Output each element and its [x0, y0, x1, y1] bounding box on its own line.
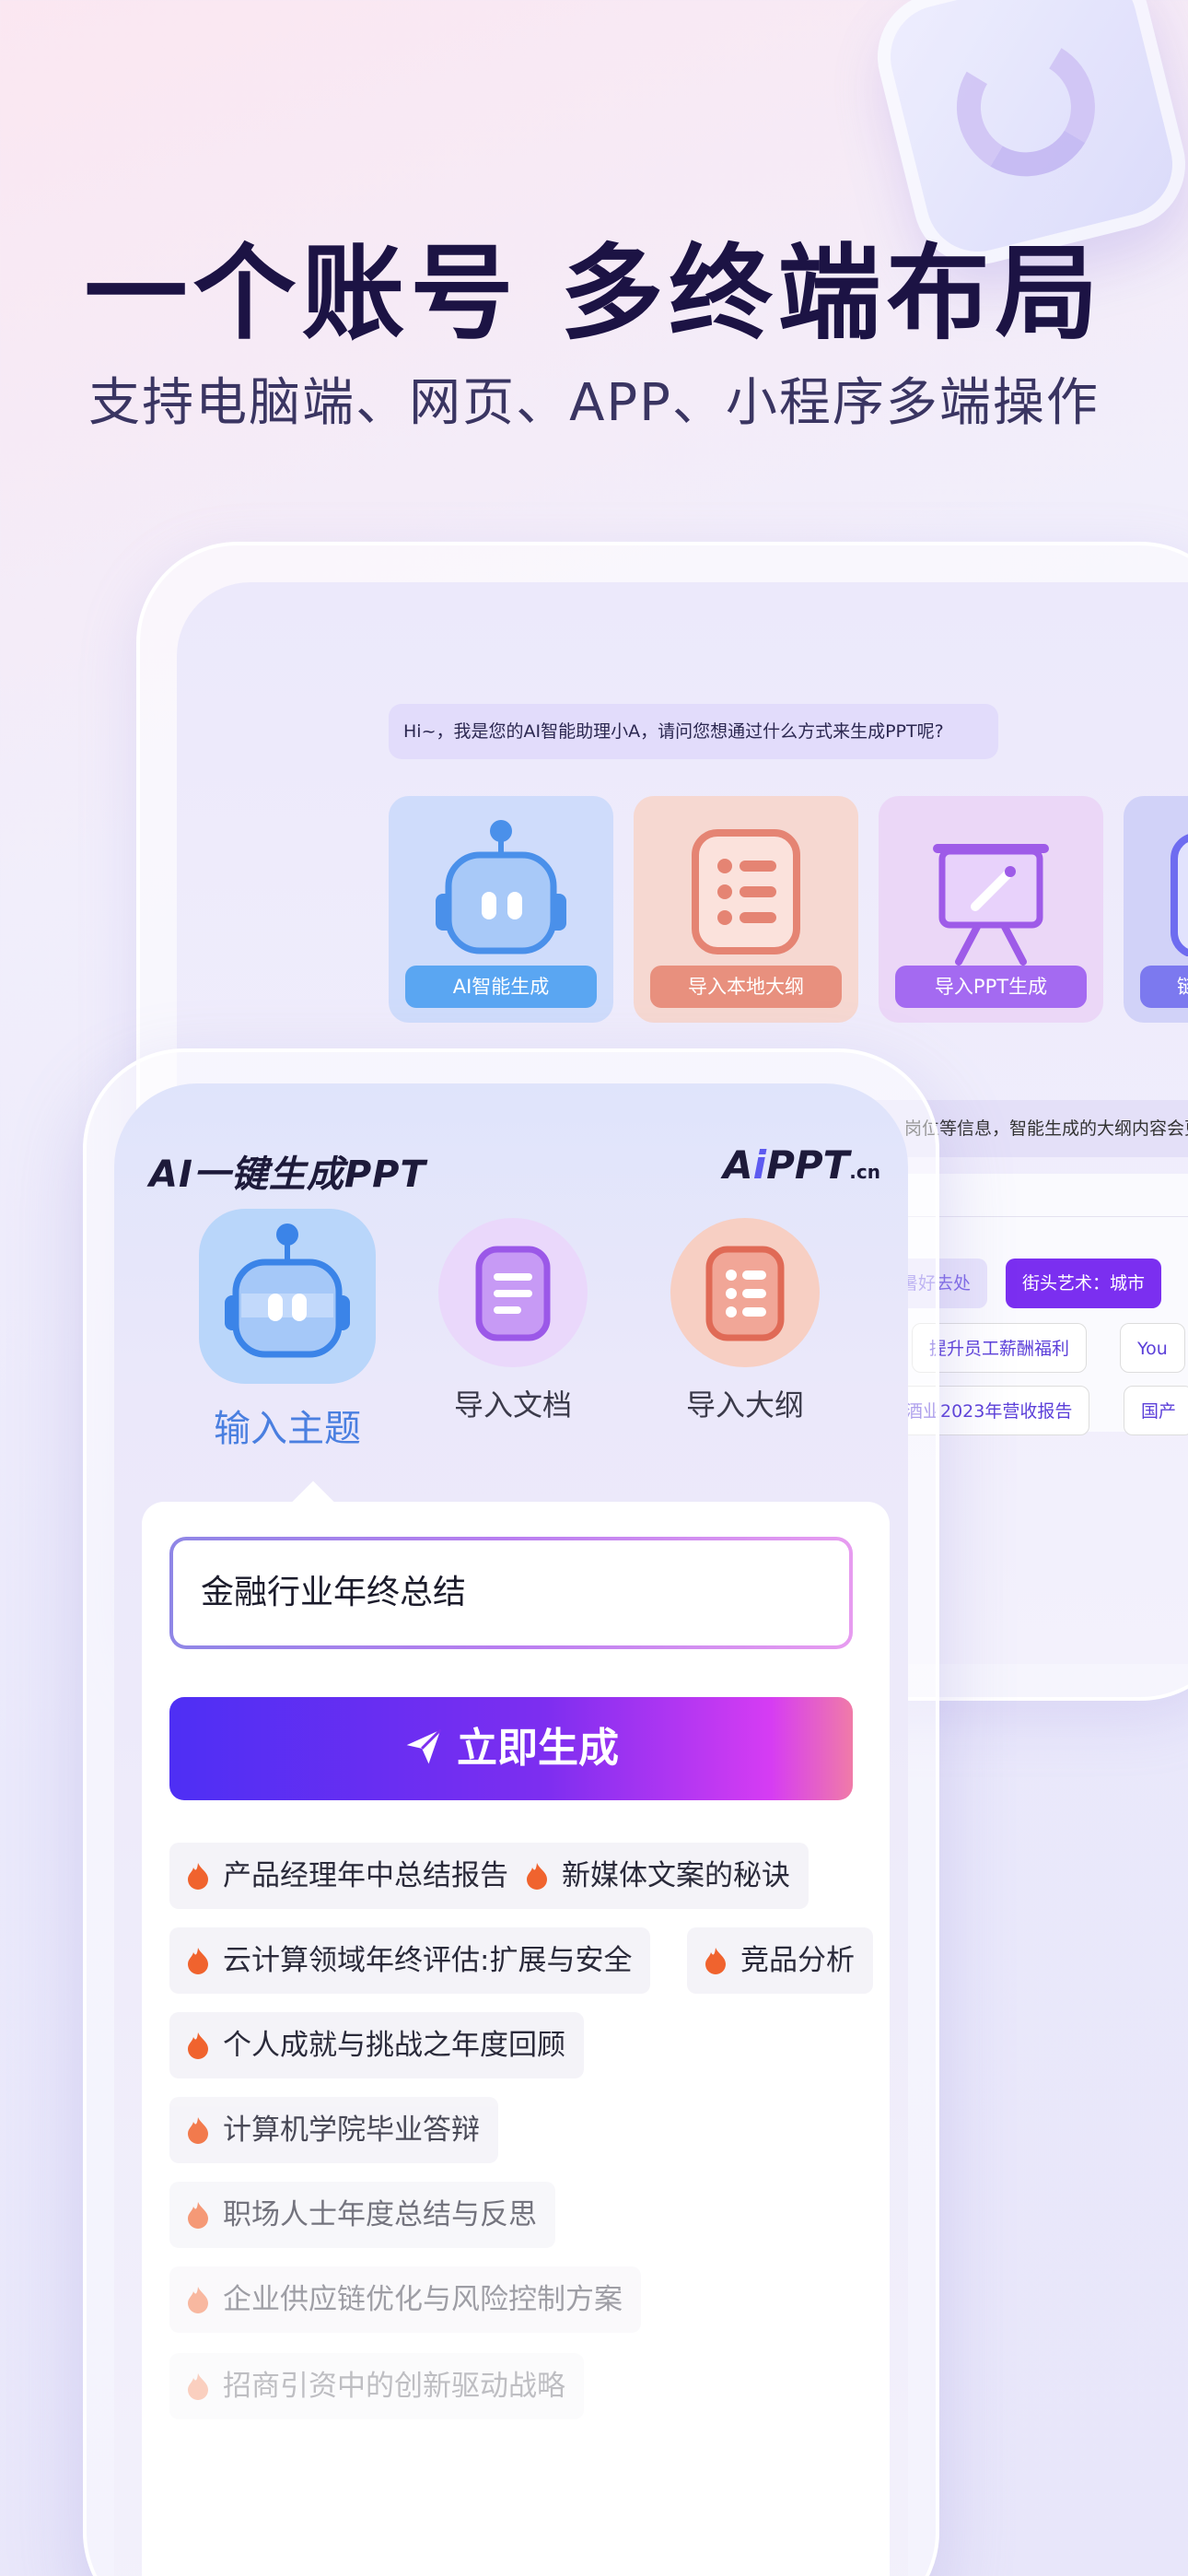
- flame-icon: [188, 2202, 208, 2229]
- suggestion-chip[interactable]: 职场人士年度总结与反思: [169, 2182, 555, 2248]
- flame-icon: [188, 2117, 208, 2144]
- suggestion-label: 招商引资中的创新驱动战略: [223, 2370, 565, 2403]
- robot-icon: [436, 820, 566, 954]
- aippt-logo: AiPPT.cn: [723, 1142, 880, 1188]
- flame-icon: [705, 1948, 726, 1974]
- option-label: 链: [1140, 966, 1188, 1008]
- generate-now-button[interactable]: 立即生成: [169, 1697, 853, 1800]
- refresh-icon: [942, 23, 1110, 192]
- suggestion-label: 云计算领域年终评估:扩展与安全: [223, 1944, 633, 1977]
- option-link[interactable]: 链: [1124, 796, 1188, 1023]
- tab-label: 输入主题: [214, 1408, 361, 1450]
- suggestion-chip[interactable]: 招商引资中的创新驱动战略: [169, 2353, 584, 2419]
- flame-icon: [188, 2032, 208, 2059]
- generate-now-label: 立即生成: [457, 1725, 619, 1772]
- topic-chip[interactable]: You: [1120, 1323, 1185, 1373]
- flame-icon: [188, 1863, 208, 1890]
- suggestion-chip[interactable]: 企业供应链优化与风险控制方案: [169, 2266, 641, 2333]
- suggestion-label: 个人成就与挑战之年度回顾: [223, 2029, 565, 2062]
- suggestion-label: 新媒体文案的秘诀: [562, 1859, 790, 1892]
- suggestion-chip[interactable]: 计算机学院毕业答辩: [169, 2097, 498, 2163]
- phone-screen: AI一键生成PPT AiPPT.cn 输入主题 导入文档 导入大纲 金融行业年终…: [114, 1083, 908, 2576]
- flame-icon: [527, 1863, 547, 1890]
- suggestion-chip[interactable]: 新媒体文案的秘诀: [508, 1843, 809, 1909]
- topic-input[interactable]: 金融行业年终总结: [169, 1537, 853, 1649]
- flame-icon: [188, 2373, 208, 2400]
- assistant-greeting: Hi~，我是您的AI智能助理小A，请问您想通过什么方式来生成PPT呢?: [389, 704, 998, 759]
- phone-mockup: AI一键生成PPT AiPPT.cn 输入主题 导入文档 导入大纲 金融行业年终…: [83, 1048, 939, 2576]
- generate-card: 金融行业年终总结 立即生成 产品经理年中总结报告 新媒体文案的秘诀 云计算领域年…: [142, 1481, 890, 2576]
- suggestion-label: 产品经理年中总结报告: [223, 1859, 508, 1892]
- outline-list-icon: [670, 1218, 820, 1367]
- hero-title: 一个账号 多终端布局: [84, 234, 1104, 354]
- active-tab-pointer: [292, 1481, 334, 1523]
- hero-subtitle: 支持电脑端、网页、APP、小程序多端操作: [88, 373, 1100, 433]
- send-plane-icon: [406, 1728, 442, 1764]
- flame-icon: [188, 1948, 208, 1974]
- document-icon: [1171, 834, 1188, 956]
- option-import-outline[interactable]: 导入本地大纲: [634, 796, 858, 1023]
- flame-icon: [188, 2287, 208, 2313]
- suggestion-chip[interactable]: 个人成就与挑战之年度回顾: [169, 2012, 584, 2078]
- suggestion-chip[interactable]: 竞品分析: [687, 1927, 873, 1994]
- app-slogan: AI一键生成PPT: [149, 1153, 426, 1196]
- outline-list-icon: [692, 829, 800, 954]
- suggestion-chip[interactable]: 产品经理年中总结报告: [169, 1843, 527, 1909]
- suggestion-label: 职场人士年度总结与反思: [223, 2198, 537, 2231]
- suggestion-label: 计算机学院毕业答辩: [223, 2113, 480, 2147]
- tab-label: 导入大纲: [685, 1388, 804, 1423]
- suggestion-label: 竞品分析: [740, 1944, 855, 1977]
- robot-icon: [199, 1209, 376, 1384]
- topic-chip[interactable]: 国产: [1124, 1386, 1188, 1435]
- tab-input-topic[interactable]: 输入主题: [195, 1209, 379, 1452]
- option-import-ppt[interactable]: 导入PPT生成: [879, 796, 1103, 1023]
- option-label: AI智能生成: [405, 966, 597, 1008]
- option-label: 导入本地大纲: [650, 966, 842, 1008]
- topic-chip[interactable]: 街头艺术：城市: [1006, 1259, 1162, 1308]
- document-icon: [438, 1218, 588, 1367]
- tab-import-outline[interactable]: 导入大纲: [670, 1209, 820, 1424]
- tab-import-document[interactable]: 导入文档: [438, 1209, 588, 1424]
- option-label: 导入PPT生成: [895, 966, 1087, 1008]
- suggestion-chip[interactable]: 云计算领域年终评估:扩展与安全: [169, 1927, 651, 1994]
- option-ai-generate[interactable]: AI智能生成: [389, 796, 613, 1023]
- suggestion-label: 企业供应链优化与风险控制方案: [223, 2283, 623, 2316]
- tab-label: 导入文档: [453, 1388, 572, 1423]
- presentation-board-icon: [933, 844, 1049, 966]
